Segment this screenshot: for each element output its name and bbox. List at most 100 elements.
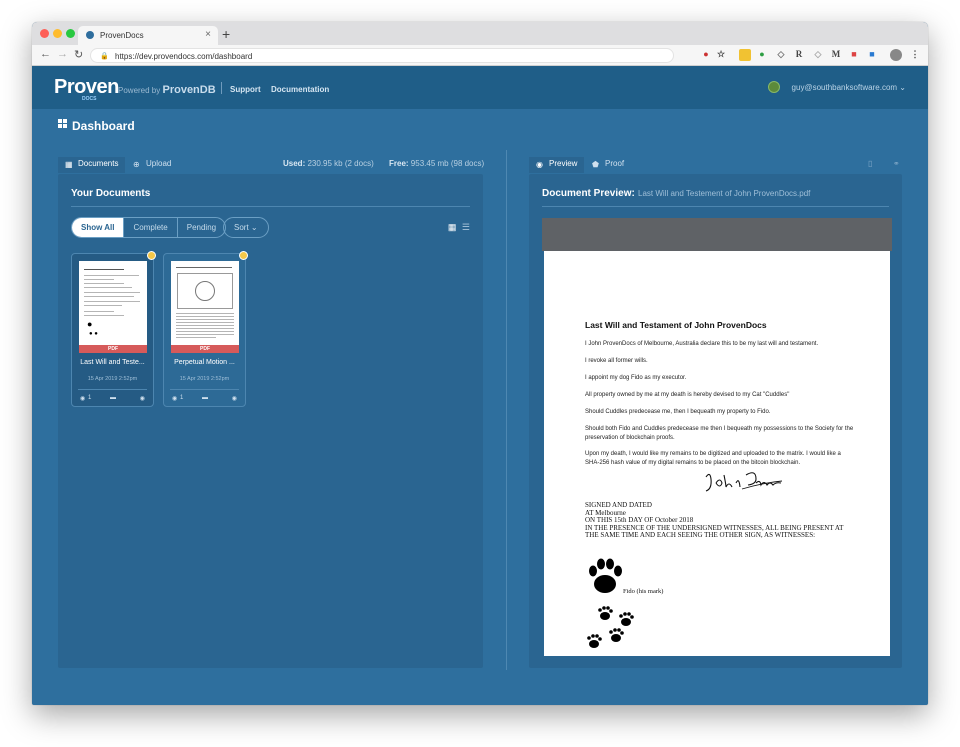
paw-icon: ● ●: [89, 331, 98, 337]
proof-count-icon: ◉: [80, 396, 86, 402]
forward-icon[interactable]: →: [57, 48, 68, 60]
tab-title: ProvenDocs: [100, 31, 144, 40]
card-footer: ◉ 1 ▬ ◉: [172, 395, 237, 403]
powered-by-label: Powered by: [118, 86, 161, 95]
panel-divider: [506, 150, 507, 670]
documents-heading: Your Documents: [71, 188, 151, 199]
document-paragraph: Upon my death, I would like my remains t…: [585, 451, 841, 466]
tab-upload-label: Upload: [146, 159, 172, 168]
reload-icon[interactable]: ↻: [74, 48, 83, 61]
powered-by: Powered by ProvenDB: [118, 84, 216, 96]
divider: [71, 206, 470, 207]
maximize-window-button[interactable]: [66, 29, 75, 38]
proof-count: 1: [180, 395, 184, 401]
storage-used: Used: 230.95 kb (2 docs): [283, 159, 374, 168]
favicon-icon: [86, 31, 94, 39]
filter-complete-button[interactable]: Complete: [124, 218, 178, 237]
chevron-down-icon: ⌄: [899, 83, 906, 92]
free-value: 953.45 mb (98 docs): [410, 159, 485, 168]
witness-mark: Fido (his mark): [623, 588, 664, 595]
document-title: Last Will and Testament of John ProvenDo…: [585, 320, 767, 330]
close-tab-icon[interactable]: ×: [205, 29, 211, 40]
extension-icon[interactable]: R: [793, 49, 805, 61]
extension-icon[interactable]: ◇: [812, 49, 824, 61]
extension-icon[interactable]: ◇: [775, 49, 787, 61]
evernote-icon[interactable]: ●: [756, 49, 768, 61]
comment-icon[interactable]: ▬: [110, 395, 116, 401]
tab-documents[interactable]: ▦ Documents: [58, 157, 126, 173]
pdf-page[interactable]: Last Will and Testament of John ProvenDo…: [544, 251, 890, 656]
pdf-viewer-toolbar: [542, 218, 892, 251]
grid-view-icon[interactable]: ▦: [448, 222, 457, 232]
chevron-down-icon: ⌄: [250, 223, 258, 232]
right-panel-tabs: ◉ Preview ⬟ Proof: [529, 157, 649, 173]
powered-by-brand: ProvenDB: [162, 84, 216, 96]
extension-icon[interactable]: [739, 49, 751, 61]
document-date: 15 Apr 2019 2:52pm: [87, 376, 138, 382]
used-label: Used:: [283, 159, 306, 168]
browser-toolbar: ← → ↻ 🔒 https://dev.provendocs.com/dashb…: [32, 45, 928, 66]
close-window-button[interactable]: [40, 29, 49, 38]
app-header: Proven DOCS Powered by ProvenDB Support …: [32, 66, 928, 109]
document-name: Perpetual Motion ...: [174, 359, 235, 366]
preview-filename: Last Will and Testement of John ProvenDo…: [638, 189, 811, 198]
link-icon[interactable]: ⚭: [893, 159, 900, 168]
preview-heading: Document Preview:: [542, 188, 635, 199]
document-thumbnail: PDF: [171, 261, 239, 353]
tab-proof[interactable]: ⬟ Proof: [585, 157, 631, 173]
app-logo-sub: DOCS: [82, 96, 97, 102]
filter-show-all-button[interactable]: Show All: [72, 218, 125, 237]
user-email: guy@southbanksoftware.com: [791, 83, 898, 92]
filter-group: Show All Complete Pending: [71, 217, 227, 238]
extension-icon[interactable]: M: [830, 49, 842, 61]
document-card[interactable]: ● ● ● PDF Last Will and Teste... 15 Apr …: [71, 251, 156, 407]
user-menu[interactable]: guy@southbanksoftware.com ⌄: [792, 83, 906, 92]
documentation-link[interactable]: Documentation: [271, 85, 329, 94]
browser-tab[interactable]: ProvenDocs ×: [78, 26, 218, 45]
profile-avatar[interactable]: [890, 49, 902, 61]
eye-icon: ◉: [536, 160, 543, 169]
grid-icon: ▦: [65, 160, 73, 169]
address-bar[interactable]: 🔒 https://dev.provendocs.com/dashboard: [90, 48, 674, 63]
user-avatar[interactable]: [768, 81, 780, 93]
support-link[interactable]: Support: [230, 85, 261, 94]
browser-tabstrip: ProvenDocs × +: [32, 22, 928, 45]
proof-count: 1: [88, 395, 92, 401]
divider: [542, 206, 889, 207]
filter-pending-button[interactable]: Pending: [178, 218, 225, 237]
document-paragraph: Should both Fido and Cuddles predecease …: [585, 426, 854, 441]
tab-upload[interactable]: ⊕ Upload: [126, 157, 178, 173]
dashboard-icon: [58, 119, 68, 129]
lock-icon: 🔒: [100, 53, 109, 60]
document-name: Last Will and Teste...: [80, 359, 145, 366]
divider: [170, 389, 239, 390]
minimize-window-button[interactable]: [53, 29, 62, 38]
card-footer: ◉ 1 ▬ ◉: [80, 395, 145, 403]
menu-icon[interactable]: ⋮: [909, 49, 921, 61]
extension-icon[interactable]: ●: [700, 49, 712, 61]
more-options-icon[interactable]: ◉: [140, 395, 145, 402]
paw-prints-image: [587, 606, 634, 648]
shield-icon: ⬟: [592, 160, 599, 169]
signature-image: [705, 472, 783, 492]
comment-icon[interactable]: ▬: [202, 395, 208, 401]
document-card[interactable]: PDF Perpetual Motion ... 15 Apr 2019 2:5…: [163, 251, 248, 407]
list-view-icon[interactable]: ☰: [462, 222, 470, 232]
free-label: Free:: [389, 159, 409, 168]
sort-dropdown[interactable]: Sort ⌄: [223, 217, 269, 238]
proof-status-icon: [147, 251, 156, 260]
back-icon[interactable]: ←: [40, 48, 51, 60]
paw-icon: [589, 558, 622, 593]
extension-icon[interactable]: ■: [866, 49, 878, 61]
document-paragraph: Should Cuddles predecease me, then I beq…: [585, 409, 771, 415]
document-icon[interactable]: ▯: [868, 159, 872, 168]
new-tab-button[interactable]: +: [222, 26, 230, 42]
tab-preview[interactable]: ◉ Preview: [529, 157, 585, 173]
sort-label: Sort: [234, 223, 249, 232]
document-date: 15 Apr 2019 2:52pm: [179, 376, 230, 382]
divider: [78, 389, 147, 390]
extension-icon[interactable]: ■: [848, 49, 860, 61]
more-options-icon[interactable]: ◉: [232, 395, 237, 402]
paw-icon: ●: [87, 319, 93, 329]
bookmark-star-icon[interactable]: ☆: [715, 49, 727, 61]
